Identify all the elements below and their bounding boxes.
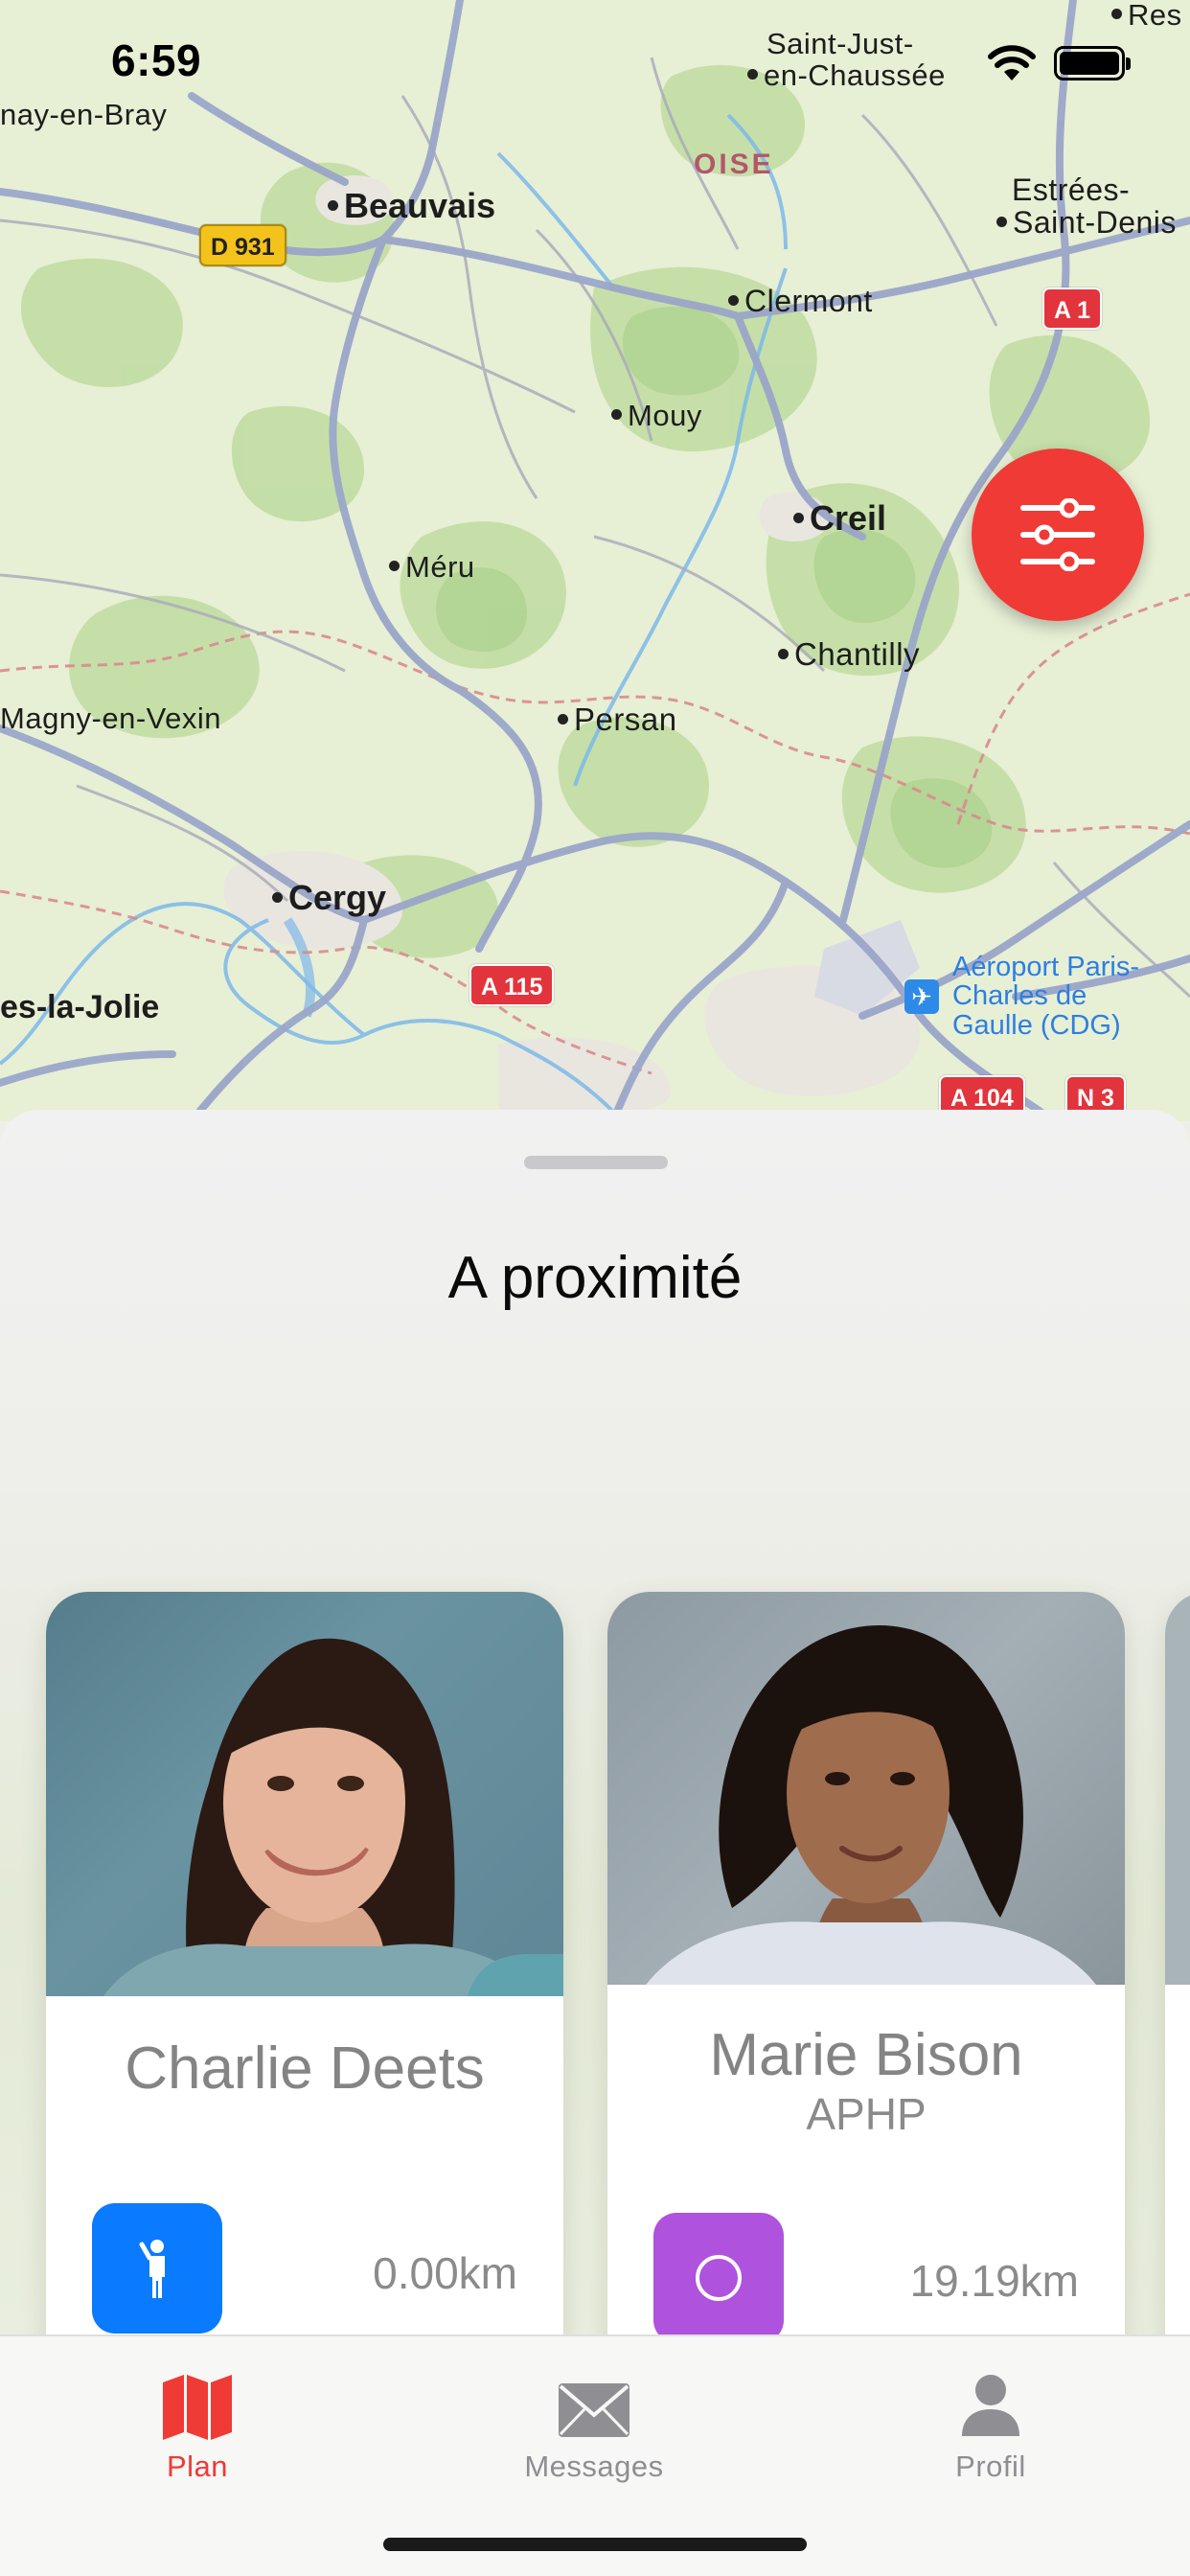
- person-icon: [866, 2356, 1115, 2440]
- place-label: Clermont: [728, 284, 873, 318]
- place-label-text: Cergy: [288, 878, 387, 917]
- person-card[interactable]: Marie Bison APHP 19.19km: [607, 1592, 1125, 2336]
- place-label-line: Saint-Denis: [996, 204, 1177, 240]
- sheet-grabber[interactable]: [524, 1156, 668, 1169]
- place-label-line: Saint-Just-: [767, 27, 914, 60]
- person-photo: [607, 1592, 1125, 1985]
- place-label-text: Creil: [810, 498, 887, 538]
- road-shield: A 1: [1042, 288, 1102, 330]
- place-label: Magny-en-Vexin: [0, 702, 222, 735]
- tab-messages[interactable]: Messages: [469, 2356, 719, 2499]
- distance-label: 0.00km: [373, 2248, 517, 2298]
- place-label: Méru: [389, 550, 475, 584]
- place-label-text: Res: [1128, 0, 1182, 32]
- nearby-cards-carousel[interactable]: Charlie Deets 0.00km Marie Bison APHP 19…: [0, 1440, 1190, 2336]
- person-name: Charlie Deets: [125, 2036, 485, 2102]
- person-waving-icon: [139, 2240, 165, 2298]
- road-shield: A 115: [469, 964, 555, 1006]
- tab-label: Profil: [955, 2450, 1026, 2483]
- place-label-text: Mouy: [628, 399, 702, 432]
- place-label-text: Persan: [574, 702, 677, 737]
- road-shield: D 931: [199, 224, 286, 266]
- distance-label: 19.19km: [909, 2256, 1079, 2306]
- place-label: Creil: [793, 500, 886, 537]
- place-label-text: Beauvais: [344, 186, 496, 225]
- envelope-icon: [469, 2356, 719, 2440]
- place-label: Cergy: [272, 880, 386, 916]
- person-name: Marie Bison: [709, 2022, 1023, 2088]
- region-label: OISE: [694, 149, 774, 180]
- sheet-title: A proximité: [447, 1245, 743, 1311]
- map-icon: [73, 2356, 322, 2440]
- person-card[interactable]: Charlie Deets 0.00km: [46, 1592, 563, 2336]
- place-label-text: en-Chaussée: [764, 58, 946, 92]
- tab-label: Messages: [524, 2450, 664, 2483]
- nearby-sheet[interactable]: A proximité Charlie Deets 0.00km Marie B…: [0, 1110, 1190, 2336]
- place-label: Res: [1111, 0, 1182, 32]
- place-label-text: Saint-Denis: [1013, 204, 1177, 240]
- place-label: Persan: [558, 702, 677, 737]
- airport-label: ✈ Aéroport Paris- Charles de Gaulle (CDG…: [904, 953, 1139, 1040]
- tab-profil[interactable]: Profil: [866, 2356, 1115, 2499]
- place-label: Estrées- Saint-Denis: [996, 172, 1177, 240]
- place-label-line: Estrées-: [1012, 172, 1131, 207]
- place-label: nay-en-Bray: [0, 98, 168, 131]
- airport-icon: ✈: [904, 979, 939, 1014]
- place-label-line: en-Chaussée: [747, 58, 946, 92]
- place-label: Chantilly: [778, 636, 921, 672]
- battery-icon: [1054, 46, 1131, 80]
- person-organization: APHP: [806, 2089, 927, 2139]
- place-label-text: Méru: [405, 550, 475, 584]
- sliders-icon: [1020, 498, 1095, 571]
- home-indicator: [383, 2538, 807, 2551]
- place-label: es-la-Jolie: [0, 989, 160, 1025]
- airport-label-line: Aéroport Paris-: [952, 952, 1140, 982]
- place-label-text: Chantilly: [794, 636, 921, 672]
- tab-label: Plan: [166, 2450, 229, 2483]
- place-label: Mouy: [611, 399, 702, 432]
- status-badge[interactable]: [92, 2203, 222, 2334]
- status-bar-time: 6:59: [111, 35, 202, 85]
- person-card[interactable]: [1165, 1592, 1190, 2336]
- wifi-icon: [987, 44, 1037, 87]
- airport-label-line: Gaulle (CDG): [952, 1009, 1121, 1041]
- place-label-text: Clermont: [744, 284, 873, 318]
- person-photo: [46, 1592, 563, 1996]
- filter-button[interactable]: [972, 448, 1144, 621]
- tab-plan[interactable]: Plan: [73, 2356, 322, 2499]
- place-label: Beauvais: [328, 188, 495, 224]
- airport-label-line: Charles de: [952, 980, 1087, 1012]
- circle-icon: [696, 2255, 742, 2301]
- place-label: Saint-Just- en-Chaussée: [747, 27, 946, 92]
- person-photo: [1165, 1592, 1190, 1985]
- status-badge[interactable]: [653, 2213, 784, 2336]
